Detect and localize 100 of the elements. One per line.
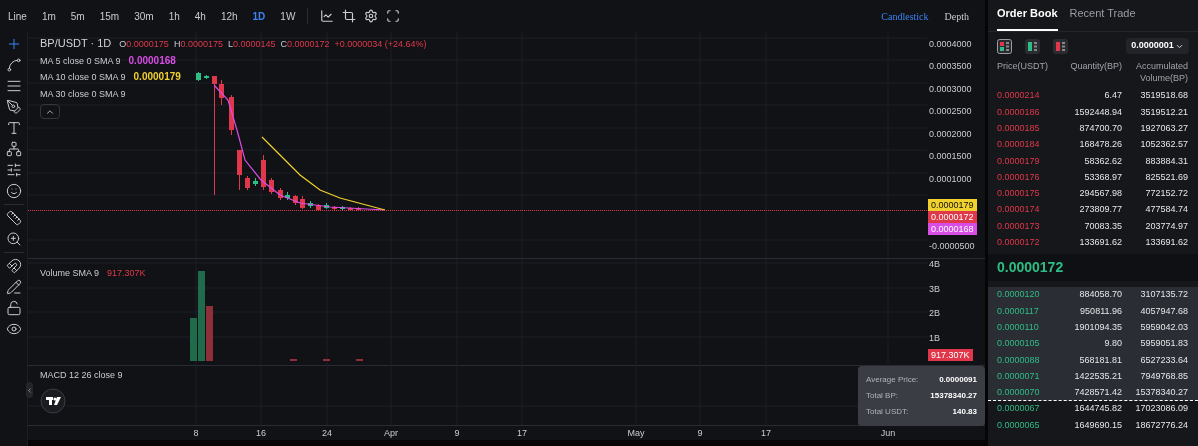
bid-row[interactable]: 0.0000065 1649690.15 18672776.24: [988, 417, 1198, 434]
table-cell-text: 825521.69: [1144, 170, 1188, 184]
price-tick: 0.0001000: [929, 173, 972, 186]
eye-icon[interactable]: [5, 321, 22, 337]
lines-icon[interactable]: [5, 78, 22, 94]
table-cell-text: 3107135.72: [1139, 288, 1188, 302]
bid-row[interactable]: 0.0000088 568181.81 6527233.64: [988, 352, 1198, 369]
order-book-tab[interactable]: Recent Trade: [1069, 4, 1136, 31]
chart-type-tab[interactable]: Depth: [944, 8, 969, 24]
price-tick: 0.0004000: [929, 38, 972, 51]
interval-tab[interactable]: 15m: [99, 8, 120, 24]
interval-tab[interactable]: 1m: [41, 8, 56, 24]
bid-row[interactable]: 0.0000071 1422535.21 7949768.85: [988, 368, 1198, 385]
table-cell-text: 568181.81: [1078, 353, 1122, 367]
indicator-icon[interactable]: [320, 9, 335, 23]
table-cell-text: 1927063.27: [1139, 122, 1188, 135]
price-tick: 0.0003000: [929, 83, 972, 96]
candle: [293, 194, 298, 206]
table-cell-text: 1592448.94: [1073, 105, 1122, 119]
table-cell-text: 874700.70: [1078, 122, 1122, 135]
pencil-icon[interactable]: [5, 279, 22, 295]
bid-price: 0.0000067: [997, 402, 1041, 416]
change-value: +0.0000034 (+24.64%): [334, 38, 427, 51]
table-cell-text: 3519518.68: [1139, 89, 1188, 103]
time-tick: 8: [193, 427, 199, 440]
column-header: Quantity(BP): [1069, 60, 1122, 73]
screenshot-icon[interactable]: [386, 9, 401, 23]
table-cell-text: 1422535.21: [1073, 369, 1122, 383]
table-cell-text: 6.47: [1103, 89, 1122, 103]
time-tick: Apr: [384, 427, 398, 440]
bid-row[interactable]: 0.0000117 950811.96 4057947.68: [988, 303, 1198, 320]
ask-price: 0.0000175: [997, 187, 1041, 201]
interval-tab[interactable]: Line: [8, 8, 27, 24]
table-cell-text: 7949768.85: [1139, 369, 1188, 383]
table-cell-text: 9.80: [1103, 337, 1122, 351]
sliders-icon[interactable]: [5, 162, 22, 178]
lock-icon[interactable]: [5, 300, 22, 316]
interval-tab[interactable]: 5m: [70, 8, 85, 24]
table-cell-text: 53368.97: [1083, 170, 1122, 184]
layout-icon[interactable]: [1053, 38, 1068, 54]
interval-tab[interactable]: 1W: [280, 8, 296, 24]
smiley-icon[interactable]: [5, 183, 22, 199]
price-tick: 0.0002000: [929, 128, 972, 141]
table-cell-text: 58362.62: [1083, 154, 1122, 168]
ask-price: 0.0000185: [997, 122, 1041, 135]
interval-tab[interactable]: 1D: [252, 8, 266, 24]
ask-price: 0.0000176: [997, 170, 1041, 184]
price-tick: -0.0000500: [929, 240, 975, 253]
precision-dropdown[interactable]: 0.0000001: [1126, 38, 1189, 54]
table-cell-text: 17023086.09: [1134, 402, 1188, 416]
price-badge: 0.0000172: [928, 211, 977, 223]
layout-icon[interactable]: [1025, 38, 1040, 54]
ask-price: 0.0000214: [997, 89, 1041, 103]
indicator-label: MA 30 close 0 SMA 9: [40, 87, 126, 101]
ask-price: 0.0000174: [997, 203, 1041, 217]
pen-icon[interactable]: [5, 99, 22, 115]
candle: [308, 200, 313, 209]
order-book-tab[interactable]: Order Book: [997, 4, 1058, 31]
volume-tick: 3B: [929, 283, 940, 296]
indicator-label: MA 10 close 0 SMA 9: [40, 71, 126, 84]
ruler-icon[interactable]: [5, 210, 22, 226]
settings-icon[interactable]: [364, 9, 379, 23]
bid-row[interactable]: 0.0000067 1644745.82 17023086.09: [988, 401, 1198, 418]
interval-tab[interactable]: 4h: [194, 8, 206, 24]
volume-tick: 4B: [929, 258, 940, 271]
table-cell-text: 168478.26: [1078, 138, 1122, 152]
volume-label: Volume SMA 9: [40, 267, 100, 280]
candle: [332, 205, 337, 211]
volume-tick: 2B: [929, 307, 940, 320]
interval-tab[interactable]: 30m: [134, 8, 154, 24]
candle: [285, 191, 290, 201]
candle: [269, 177, 274, 195]
table-cell-text: 273809.77: [1078, 203, 1122, 217]
candle: [245, 175, 250, 191]
candle: [316, 203, 321, 212]
crop-icon[interactable]: [342, 9, 357, 23]
table-cell-text: 5959051.83: [1139, 337, 1188, 351]
text-icon[interactable]: [5, 120, 22, 136]
zoom-in-icon[interactable]: [5, 231, 22, 247]
line-icon[interactable]: [5, 57, 22, 73]
table-cell-text: 477584.74: [1144, 203, 1188, 217]
tooltip-value: 15378340.27: [930, 390, 977, 402]
candle: [340, 205, 345, 211]
chart-type-tab[interactable]: Candlestick: [881, 8, 929, 24]
tooltip-label: Total USDT:: [866, 406, 909, 418]
bid-price: 0.0000070: [997, 385, 1041, 399]
bid-price: 0.0000088: [997, 353, 1041, 367]
collapse-handle[interactable]: [26, 382, 33, 398]
interval-tab[interactable]: 12h: [220, 8, 238, 24]
magnet-icon[interactable]: [5, 258, 22, 274]
table-cell-text: 1649690.15: [1073, 418, 1122, 432]
candle: [356, 206, 361, 212]
chevron-left-icon: [26, 386, 33, 394]
price-tick: 0.0002500: [929, 105, 972, 118]
bid-row[interactable]: 0.0000120 884058.70 3107135.72: [988, 286, 1198, 304]
interval-tab[interactable]: 1h: [168, 8, 180, 24]
layout-icon[interactable]: [997, 38, 1012, 54]
nodes-icon[interactable]: [5, 141, 22, 157]
tooltip-label: Average Price:: [866, 374, 919, 386]
table-cell-text: 883884.31: [1144, 154, 1188, 168]
